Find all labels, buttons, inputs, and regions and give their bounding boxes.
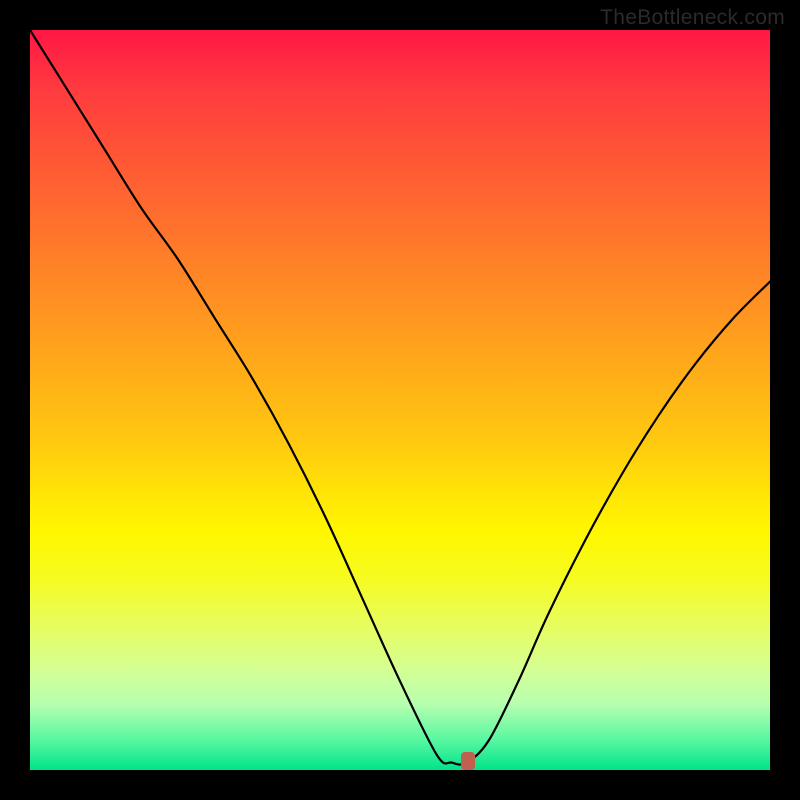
chart-frame: TheBottleneck.com bbox=[0, 0, 800, 800]
minimum-marker bbox=[461, 752, 475, 770]
curve-path bbox=[30, 30, 770, 765]
watermark-text: TheBottleneck.com bbox=[600, 6, 785, 30]
bottleneck-curve bbox=[0, 0, 800, 800]
